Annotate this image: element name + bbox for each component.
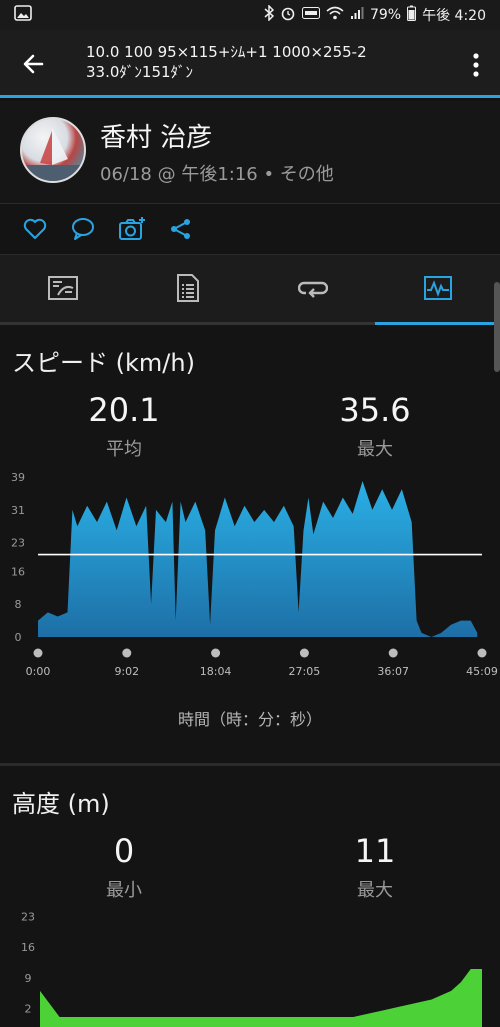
speed-y-tick: 16 <box>11 565 25 578</box>
alarm-icon <box>280 5 296 25</box>
activity-title-line1: 10.0 100 95×115+ｼﾑ+1 1000×255-2 <box>86 43 367 61</box>
speed-x-axis-caption: 時間（時：分：秒） <box>177 710 322 729</box>
altitude-panel: 高度 (m) 0 最小 11 最大 2 9 16 23 <box>0 766 500 1027</box>
comment-icon[interactable] <box>70 216 96 242</box>
map-summary-icon <box>47 276 78 304</box>
battery-icon <box>407 5 417 25</box>
speed-chart[interactable]: 0 8 16 23 31 39 0:00 9:02 18:04 27:05 36:07 45:09 <box>0 465 500 695</box>
profile-header: 香村 治彦 06/18 @ 午後1:16 • その他 <box>0 101 500 203</box>
wifi-icon <box>326 6 344 24</box>
status-left <box>14 5 32 25</box>
share-icon[interactable] <box>168 216 194 242</box>
speed-max-value: 35.6 <box>339 391 411 429</box>
speed-x-tick-dot <box>299 648 309 658</box>
battery-percent: 79% <box>369 7 402 23</box>
volte-icon <box>301 7 320 23</box>
speed-avg-value: 20.1 <box>88 391 160 429</box>
speed-y-tick: 39 <box>11 471 25 484</box>
speed-x-tick: 45:09 <box>466 665 498 678</box>
activity-title-line2: 33.0ﾀﾞﾝ151ﾀﾞﾝ <box>86 63 194 81</box>
speed-max-label: 最大 <box>357 439 393 460</box>
loop-arrows-icon <box>297 276 328 304</box>
altitude-max-label: 最大 <box>357 880 393 901</box>
altitude-area-series <box>40 969 482 1027</box>
speed-x-tick: 27:05 <box>289 665 321 678</box>
status-clock: 午後 4:20 <box>422 8 486 24</box>
avatar[interactable] <box>20 117 86 183</box>
speed-y-tick: 0 <box>15 631 22 644</box>
altitude-title: 高度 (m) <box>12 790 110 818</box>
signal-icon <box>350 6 364 24</box>
activity-title: 10.0 100 95×115+ｼﾑ+1 1000×255-2 33.0ﾀﾞﾝ1… <box>86 42 367 82</box>
tab-charts[interactable] <box>375 255 500 325</box>
tab-overview[interactable] <box>0 255 125 325</box>
altitude-y-tick: 23 <box>21 911 35 924</box>
tab-bar <box>0 255 500 325</box>
speed-x-tick: 36:07 <box>377 665 409 678</box>
like-heart-icon[interactable] <box>22 216 48 242</box>
app-bar: 10.0 100 95×115+ｼﾑ+1 1000×255-2 33.0ﾀﾞﾝ1… <box>0 30 500 98</box>
altitude-min-label: 最小 <box>106 880 142 901</box>
speed-title: スピード (km/h) <box>12 349 195 377</box>
action-row <box>0 204 500 254</box>
altitude-y-tick: 2 <box>25 1002 32 1015</box>
document-list-icon <box>176 274 199 306</box>
scrollbar-thumb[interactable] <box>494 282 500 372</box>
speed-x-tick-dot <box>33 648 43 658</box>
overflow-menu-icon[interactable] <box>472 52 480 78</box>
speed-x-tick-dot <box>122 648 132 658</box>
athlete-name: 香村 治彦 <box>100 123 213 153</box>
add-photo-icon[interactable] <box>118 216 145 242</box>
speed-x-tick-dot <box>388 648 398 658</box>
speed-x-tick: 9:02 <box>114 665 139 678</box>
status-right: 79% 午後 4:20 <box>264 4 486 25</box>
altitude-max-value: 11 <box>354 832 396 870</box>
chart-pulse-icon <box>423 276 452 304</box>
speed-y-tick: 31 <box>11 504 25 517</box>
bluetooth-icon <box>264 4 275 25</box>
tab-laps[interactable] <box>250 255 375 325</box>
speed-y-tick: 23 <box>11 537 25 550</box>
speed-panel: スピード (km/h) 20.1 平均 35.6 最大 0 8 16 23 31 39 0:… <box>0 325 500 763</box>
speed-avg-label: 平均 <box>106 439 142 460</box>
activity-meta: 06/18 @ 午後1:16 • その他 <box>100 164 334 185</box>
speed-area-series <box>38 481 478 637</box>
altitude-min-value: 0 <box>113 832 135 870</box>
status-bar: 79% 午後 4:20 <box>0 0 500 30</box>
gallery-icon <box>14 5 32 25</box>
speed-x-tick-dot <box>477 648 487 658</box>
speed-x-tick-dot <box>211 648 221 658</box>
altitude-chart[interactable]: 2 9 16 23 <box>0 902 500 1027</box>
speed-y-tick: 8 <box>15 598 22 611</box>
back-arrow-icon[interactable] <box>20 50 48 78</box>
speed-x-tick: 18:04 <box>200 665 232 678</box>
altitude-y-tick: 9 <box>25 972 32 985</box>
tab-stats[interactable] <box>125 255 250 325</box>
altitude-y-tick: 16 <box>21 941 35 954</box>
speed-x-tick: 0:00 <box>26 665 51 678</box>
